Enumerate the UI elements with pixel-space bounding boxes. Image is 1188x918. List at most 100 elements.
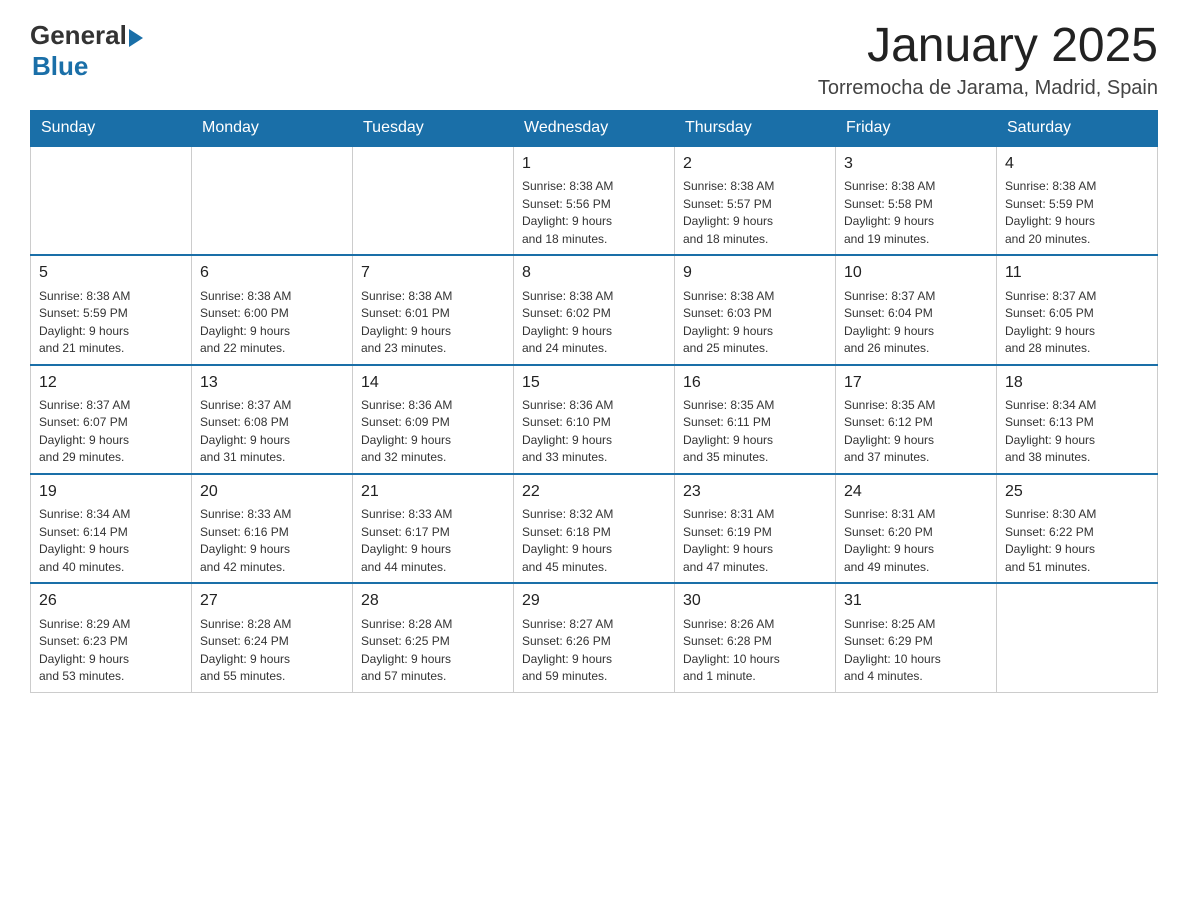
day-number: 25 — [1005, 481, 1149, 503]
calendar-cell — [353, 146, 514, 255]
day-info: Sunrise: 8:37 AMSunset: 6:07 PMDaylight:… — [39, 398, 130, 465]
calendar-cell: 30 Sunrise: 8:26 AMSunset: 6:28 PMDayligh… — [675, 583, 836, 692]
calendar-cell: 8Sunrise: 8:38 AMSunset: 6:02 PMDaylight… — [514, 255, 675, 364]
day-number: 28 — [361, 590, 505, 612]
day-info: Sunrise: 8:25 AMSunset: 6:29 PMDaylight:… — [844, 617, 941, 684]
calendar-cell: 7Sunrise: 8:38 AMSunset: 6:01 PMDaylight… — [353, 255, 514, 364]
calendar-cell: 20 Sunrise: 8:33 AMSunset: 6:16 PMDayligh… — [192, 474, 353, 583]
day-number: 6 — [200, 262, 344, 284]
day-number: 20 — [200, 481, 344, 503]
day-info: Sunrise: 8:35 AMSunset: 6:12 PMDaylight:… — [844, 398, 935, 465]
day-number: 21 — [361, 481, 505, 503]
day-info: Sunrise: 8:28 AMSunset: 6:24 PMDaylight:… — [200, 617, 291, 684]
calendar-cell: 13 Sunrise: 8:37 AMSunset: 6:08 PMDayligh… — [192, 365, 353, 474]
day-number: 26 — [39, 590, 183, 612]
calendar-cell: 23 Sunrise: 8:31 AMSunset: 6:19 PMDayligh… — [675, 474, 836, 583]
day-number: 19 — [39, 481, 183, 503]
day-info: Sunrise: 8:36 AMSunset: 6:10 PMDaylight:… — [522, 398, 613, 465]
calendar-cell: 15 Sunrise: 8:36 AMSunset: 6:10 PMDayligh… — [514, 365, 675, 474]
calendar-cell: 5Sunrise: 8:38 AMSunset: 5:59 PMDaylight… — [31, 255, 192, 364]
calendar-cell: 1Sunrise: 8:38 AMSunset: 5:56 PMDaylight… — [514, 146, 675, 255]
day-number: 11 — [1005, 262, 1149, 284]
day-info: Sunrise: 8:29 AMSunset: 6:23 PMDaylight:… — [39, 617, 130, 684]
calendar-cell: 25 Sunrise: 8:30 AMSunset: 6:22 PMDayligh… — [997, 474, 1158, 583]
day-info: Sunrise: 8:36 AMSunset: 6:09 PMDaylight:… — [361, 398, 452, 465]
day-number: 24 — [844, 481, 988, 503]
day-info: Sunrise: 8:38 AMSunset: 6:01 PMDaylight:… — [361, 289, 452, 356]
day-info: Sunrise: 8:38 AMSunset: 6:00 PMDaylight:… — [200, 289, 291, 356]
day-number: 9 — [683, 262, 827, 284]
calendar-cell: 9Sunrise: 8:38 AMSunset: 6:03 PMDaylight… — [675, 255, 836, 364]
calendar-cell: 31 Sunrise: 8:25 AMSunset: 6:29 PMDayligh… — [836, 583, 997, 692]
logo-general-text: General — [30, 20, 127, 51]
day-info: Sunrise: 8:37 AMSunset: 6:04 PMDaylight:… — [844, 289, 935, 356]
calendar-cell — [31, 146, 192, 255]
day-info: Sunrise: 8:38 AMSunset: 6:02 PMDaylight:… — [522, 289, 613, 356]
calendar-cell: 17 Sunrise: 8:35 AMSunset: 6:12 PMDayligh… — [836, 365, 997, 474]
day-info: Sunrise: 8:34 AMSunset: 6:13 PMDaylight:… — [1005, 398, 1096, 465]
calendar-week-row: 19 Sunrise: 8:34 AMSunset: 6:14 PMDayligh… — [31, 474, 1158, 583]
day-number: 15 — [522, 372, 666, 394]
calendar-cell — [997, 583, 1158, 692]
calendar-day-header: Tuesday — [353, 110, 514, 146]
calendar-cell: 6 Sunrise: 8:38 AMSunset: 6:00 PMDaylight… — [192, 255, 353, 364]
logo-blue-text: Blue — [32, 51, 88, 82]
calendar-cell: 12 Sunrise: 8:37 AMSunset: 6:07 PMDayligh… — [31, 365, 192, 474]
calendar-cell: 11Sunrise: 8:37 AMSunset: 6:05 PMDayligh… — [997, 255, 1158, 364]
title-block: January 2025 Torremocha de Jarama, Madri… — [818, 20, 1158, 100]
calendar-day-header: Saturday — [997, 110, 1158, 146]
calendar-day-header: Thursday — [675, 110, 836, 146]
day-info: Sunrise: 8:27 AMSunset: 6:26 PMDaylight:… — [522, 617, 613, 684]
calendar-header-row: SundayMondayTuesdayWednesdayThursdayFrid… — [31, 110, 1158, 146]
day-info: Sunrise: 8:38 AMSunset: 5:56 PMDaylight:… — [522, 179, 613, 246]
day-number: 30 — [683, 590, 827, 612]
day-number: 13 — [200, 372, 344, 394]
day-number: 17 — [844, 372, 988, 394]
day-number: 22 — [522, 481, 666, 503]
logo: General Blue — [30, 20, 143, 82]
day-info: Sunrise: 8:32 AMSunset: 6:18 PMDaylight:… — [522, 507, 613, 574]
day-info: Sunrise: 8:28 AMSunset: 6:25 PMDaylight:… — [361, 617, 452, 684]
day-info: Sunrise: 8:38 AMSunset: 5:58 PMDaylight:… — [844, 179, 935, 246]
calendar-week-row: 5Sunrise: 8:38 AMSunset: 5:59 PMDaylight… — [31, 255, 1158, 364]
calendar-day-header: Wednesday — [514, 110, 675, 146]
calendar-cell: 26 Sunrise: 8:29 AMSunset: 6:23 PMDayligh… — [31, 583, 192, 692]
day-info: Sunrise: 8:30 AMSunset: 6:22 PMDaylight:… — [1005, 507, 1096, 574]
month-title: January 2025 — [818, 20, 1158, 73]
calendar-cell: 29 Sunrise: 8:27 AMSunset: 6:26 PMDayligh… — [514, 583, 675, 692]
day-info: Sunrise: 8:35 AMSunset: 6:11 PMDaylight:… — [683, 398, 774, 465]
day-info: Sunrise: 8:33 AMSunset: 6:16 PMDaylight:… — [200, 507, 291, 574]
calendar-cell: 16 Sunrise: 8:35 AMSunset: 6:11 PMDayligh… — [675, 365, 836, 474]
day-info: Sunrise: 8:31 AMSunset: 6:19 PMDaylight:… — [683, 507, 774, 574]
day-info: Sunrise: 8:26 AMSunset: 6:28 PMDaylight:… — [683, 617, 780, 684]
calendar-cell: 24 Sunrise: 8:31 AMSunset: 6:20 PMDayligh… — [836, 474, 997, 583]
calendar-cell: 28 Sunrise: 8:28 AMSunset: 6:25 PMDayligh… — [353, 583, 514, 692]
calendar-week-row: 1Sunrise: 8:38 AMSunset: 5:56 PMDaylight… — [31, 146, 1158, 255]
day-number: 4 — [1005, 153, 1149, 175]
day-info: Sunrise: 8:37 AMSunset: 6:08 PMDaylight:… — [200, 398, 291, 465]
day-info: Sunrise: 8:34 AMSunset: 6:14 PMDaylight:… — [39, 507, 130, 574]
calendar-day-header: Sunday — [31, 110, 192, 146]
calendar-cell: 3Sunrise: 8:38 AMSunset: 5:58 PMDaylight… — [836, 146, 997, 255]
calendar-week-row: 12 Sunrise: 8:37 AMSunset: 6:07 PMDayligh… — [31, 365, 1158, 474]
calendar-cell: 10Sunrise: 8:37 AMSunset: 6:04 PMDayligh… — [836, 255, 997, 364]
day-number: 29 — [522, 590, 666, 612]
location-text: Torremocha de Jarama, Madrid, Spain — [818, 77, 1158, 100]
day-number: 31 — [844, 590, 988, 612]
day-number: 23 — [683, 481, 827, 503]
calendar-day-header: Monday — [192, 110, 353, 146]
day-info: Sunrise: 8:38 AMSunset: 5:59 PMDaylight:… — [1005, 179, 1096, 246]
day-number: 27 — [200, 590, 344, 612]
calendar-cell: 2Sunrise: 8:38 AMSunset: 5:57 PMDaylight… — [675, 146, 836, 255]
day-info: Sunrise: 8:33 AMSunset: 6:17 PMDaylight:… — [361, 507, 452, 574]
calendar-table: SundayMondayTuesdayWednesdayThursdayFrid… — [30, 110, 1158, 693]
calendar-cell: 19 Sunrise: 8:34 AMSunset: 6:14 PMDayligh… — [31, 474, 192, 583]
calendar-day-header: Friday — [836, 110, 997, 146]
calendar-cell — [192, 146, 353, 255]
day-number: 16 — [683, 372, 827, 394]
calendar-cell: 4 Sunrise: 8:38 AMSunset: 5:59 PMDaylight… — [997, 146, 1158, 255]
day-info: Sunrise: 8:31 AMSunset: 6:20 PMDaylight:… — [844, 507, 935, 574]
calendar-cell: 21 Sunrise: 8:33 AMSunset: 6:17 PMDayligh… — [353, 474, 514, 583]
page-header: General Blue January 2025 Torremocha de … — [30, 20, 1158, 100]
day-number: 12 — [39, 372, 183, 394]
